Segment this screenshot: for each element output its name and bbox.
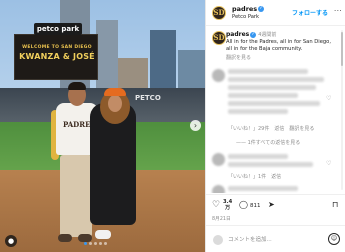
post-photo[interactable]: WELCOME TO SAN DIEGO KWANZA & JOSÉ petco…: [0, 0, 205, 252]
emoji-picker-icon[interactable]: ☺: [328, 233, 340, 245]
comment-text-blurred: [228, 162, 313, 167]
comment-count: 811: [250, 203, 261, 209]
carousel-dot: [99, 242, 102, 245]
post-header: SD padres ✓ Petco Park フォローする ···: [206, 0, 345, 26]
person-hair: [68, 82, 86, 90]
comment-bar: ☺: [206, 225, 345, 252]
comment-text-blurred: [228, 93, 298, 98]
comment-text-blurred: [228, 154, 288, 159]
comment-meta[interactable]: 「いいね！」29件 返信 翻訳を見る: [228, 125, 314, 132]
carousel-dot: [84, 242, 87, 245]
header-username-text[interactable]: padres: [232, 5, 257, 13]
shoe: [95, 230, 111, 239]
caption-avatar[interactable]: SD: [212, 31, 226, 45]
building: [118, 58, 148, 92]
follow-button[interactable]: フォローする: [292, 8, 328, 17]
comment-avatar[interactable]: [212, 153, 225, 166]
carousel-dot: [104, 242, 107, 245]
more-options-icon[interactable]: ···: [334, 7, 342, 15]
comment-text-blurred: [228, 101, 320, 106]
comment-text-blurred: [228, 85, 316, 90]
comment-input[interactable]: [228, 234, 324, 246]
comment-text-blurred: [228, 69, 308, 74]
save-bookmark-icon[interactable]: ⊓: [332, 200, 338, 209]
orange-cap: [104, 88, 126, 96]
comment-avatar[interactable]: [212, 69, 225, 82]
carousel-dots: [84, 242, 107, 245]
building: [150, 30, 176, 92]
comments-scrollbar[interactable]: [341, 30, 343, 190]
current-user-avatar: [213, 235, 223, 245]
comment-avatar[interactable]: [212, 185, 225, 193]
caption-username[interactable]: padres ✓ 4週間前: [226, 31, 276, 38]
avatar[interactable]: SD: [212, 6, 226, 20]
scoreboard-welcome: WELCOME TO SAN DIEGO: [22, 45, 92, 50]
comment-meta[interactable]: 「いいね！」1件 返信: [228, 173, 281, 180]
person-legs: [60, 155, 92, 237]
tagged-users-icon[interactable]: ●: [5, 235, 17, 247]
comment-text-blurred: [228, 186, 298, 191]
comment-like-heart-icon[interactable]: ♡: [326, 95, 331, 102]
comment-text-blurred: [228, 77, 324, 82]
location-link[interactable]: Petco Park: [232, 14, 259, 20]
caption-text: All in for the Padres, all in for San Di…: [226, 39, 332, 52]
shoe: [58, 234, 72, 242]
view-replies-link[interactable]: —— 1件すべての返信を見る: [236, 139, 300, 146]
stadium-sign: PETCO: [135, 94, 161, 102]
verified-badge-icon: ✓: [258, 6, 265, 12]
share-icon[interactable]: ➤: [268, 200, 275, 209]
next-photo-arrow-icon[interactable]: ›: [190, 120, 201, 131]
person-face: [108, 95, 122, 112]
post-date[interactable]: 8月21日: [212, 215, 231, 222]
like-heart-icon[interactable]: ♡: [212, 200, 220, 210]
caption-username-text[interactable]: padres: [226, 31, 249, 38]
shoe: [78, 234, 92, 242]
scoreboard: WELCOME TO SAN DIEGO KWANZA & JOSÉ: [14, 34, 98, 80]
caption-time: 4週間前: [258, 32, 277, 38]
building: [96, 20, 118, 92]
carousel-dot: [94, 242, 97, 245]
petco-park-sign: petco park: [34, 23, 82, 35]
caption-translate-link[interactable]: 翻訳を見る: [226, 54, 251, 61]
scrollbar-thumb[interactable]: [341, 32, 343, 66]
scoreboard-names: KWANZA & JOSÉ: [19, 52, 95, 61]
like-count[interactable]: 3.4 万: [223, 199, 232, 211]
comments-scroll-area[interactable]: SD padres ✓ 4週間前 All in for the Padres, al…: [206, 27, 345, 193]
header-username[interactable]: padres ✓: [232, 5, 265, 13]
building: [178, 50, 205, 92]
verified-badge-icon: ✓: [250, 31, 257, 38]
carousel-dot: [89, 242, 92, 245]
comment-text-blurred: [228, 109, 288, 114]
comment-like-heart-icon[interactable]: ♡: [326, 160, 331, 167]
comment-icon[interactable]: ◯: [239, 200, 248, 209]
post-panel: SD padres ✓ Petco Park フォローする ··· SD padr…: [205, 0, 345, 252]
